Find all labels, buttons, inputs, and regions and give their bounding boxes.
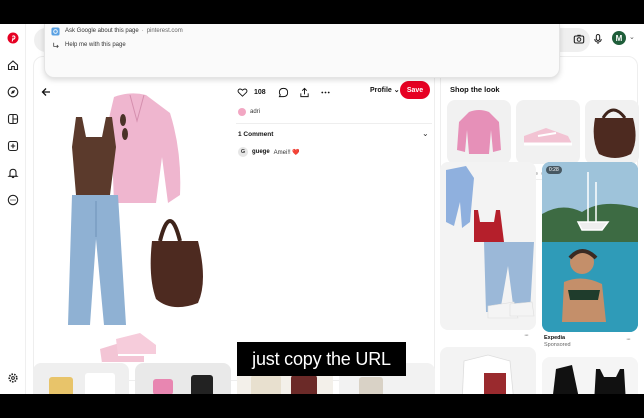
video-caption: just copy the URL xyxy=(237,342,406,376)
feed-pin-outfit[interactable] xyxy=(440,162,536,330)
explore-icon[interactable] xyxy=(7,86,19,98)
author-avatar xyxy=(238,108,246,116)
chevron-down-icon[interactable]: ⌄ xyxy=(422,129,429,138)
comment-item: G guege Amei!! ❤️ xyxy=(238,147,300,157)
board-select[interactable]: Profile ⌄ xyxy=(370,86,400,94)
chevron-down-icon[interactable]: ⌄ xyxy=(629,33,635,41)
comment-icon[interactable] xyxy=(278,87,289,98)
share-icon[interactable] xyxy=(299,87,310,98)
arrow-return-icon xyxy=(51,41,60,50)
feed-pin-bottom-5[interactable] xyxy=(440,347,536,394)
create-icon[interactable] xyxy=(7,140,19,152)
chevron-down-icon: ⌄ xyxy=(393,87,400,94)
more-options-icon[interactable] xyxy=(320,87,331,98)
shop-title: Shop the look xyxy=(450,85,500,94)
pin-author[interactable]: adri xyxy=(238,108,260,116)
pin-outfit-image[interactable] xyxy=(52,91,217,381)
pin-closeup-card: 108 Profile ⌄ Save adri 1 Comment ⌄ G gu… xyxy=(33,56,435,381)
suggestion-label: Help me with this page xyxy=(65,42,126,48)
suggestion-url: pinterest.com xyxy=(146,28,183,34)
sponsor-name[interactable]: Expedia xyxy=(544,335,565,341)
pinterest-logo-icon[interactable] xyxy=(7,32,19,44)
search-suggestions: Ask Google about this page · pinterest.c… xyxy=(44,24,560,78)
sponsored-label: Sponsored xyxy=(544,342,571,348)
feed-pin-bottom-2[interactable] xyxy=(135,363,231,394)
account-avatar[interactable]: M xyxy=(612,31,626,45)
feed-pin-video[interactable]: 0:28 xyxy=(542,162,638,332)
comment-text: Amei!! ❤️ xyxy=(273,149,300,156)
back-arrow-icon[interactable] xyxy=(40,85,52,97)
shop-item-shirt[interactable] xyxy=(447,100,511,164)
microphone-icon[interactable] xyxy=(592,32,604,44)
commenter-name[interactable]: guege xyxy=(252,149,270,155)
sponsored-pin-meta: Expedia Sponsored xyxy=(544,335,571,348)
save-button[interactable]: Save xyxy=(400,81,430,99)
author-name: adri xyxy=(250,109,261,115)
video-duration: 0:28 xyxy=(546,166,562,174)
more-options-icon[interactable]: ··· xyxy=(626,336,631,343)
commenter-avatar[interactable]: G xyxy=(238,147,248,157)
feed-pin-bottom-1[interactable] xyxy=(33,363,129,394)
notifications-icon[interactable] xyxy=(7,167,19,179)
board-select-label: Profile xyxy=(370,87,392,94)
camera-search-icon[interactable] xyxy=(573,32,585,44)
suggestion-separator: · xyxy=(141,28,144,34)
shop-item-bag[interactable] xyxy=(585,100,639,164)
feed-pin-bottom-6[interactable] xyxy=(542,357,638,394)
boards-icon[interactable] xyxy=(7,113,19,125)
pin-actions: 108 xyxy=(237,85,331,99)
browser-viewport: M ⌄ Ask Google about this page · pintere… xyxy=(0,24,644,394)
comments-header[interactable]: 1 Comment xyxy=(238,131,273,138)
shop-item-sneakers[interactable] xyxy=(516,100,580,164)
messages-icon[interactable] xyxy=(7,194,19,206)
more-options-icon[interactable]: ··· xyxy=(524,332,529,339)
suggestion-help[interactable]: Help me with this page xyxy=(51,38,126,52)
suggestion-label: Ask Google about this page xyxy=(65,28,139,34)
home-icon[interactable] xyxy=(7,59,19,71)
settings-icon[interactable] xyxy=(7,372,19,384)
google-lens-icon xyxy=(51,26,60,36)
like-count: 108 xyxy=(254,88,266,96)
heart-icon[interactable] xyxy=(237,87,248,98)
nav-rail xyxy=(0,24,26,394)
divider xyxy=(236,123,432,124)
suggestion-ask-google[interactable]: Ask Google about this page · pinterest.c… xyxy=(51,24,183,38)
